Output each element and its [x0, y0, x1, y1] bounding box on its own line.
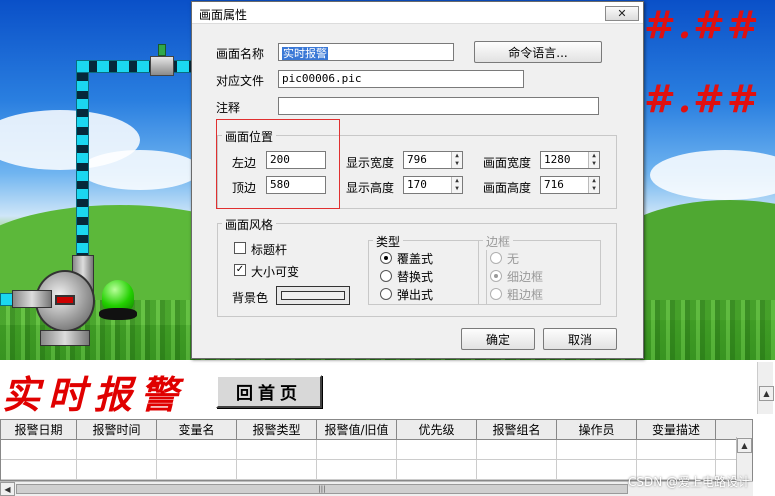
left-label: 左边: [232, 156, 257, 170]
column-header[interactable]: 报警值/旧值: [317, 420, 397, 439]
border-option-label: 粗边框: [507, 288, 544, 302]
pipe-vertical: [76, 62, 89, 272]
top-input[interactable]: 580: [266, 176, 326, 194]
valve-handle-icon: [158, 44, 166, 56]
titlebar-checkbox[interactable]: [234, 242, 246, 254]
cloud: [650, 150, 775, 200]
pump-inlet: [12, 290, 52, 308]
table-scroll-up-icon[interactable]: ▲: [737, 438, 752, 453]
column-header[interactable]: 报警组名: [477, 420, 557, 439]
home-button[interactable]: 回首页: [216, 375, 322, 408]
pump-base: [40, 330, 90, 346]
color-swatch: [281, 291, 345, 300]
border-radio-thick[interactable]: [490, 288, 502, 300]
resizable-checkbox[interactable]: ✓: [234, 264, 246, 276]
alarm-title: 实时报警: [2, 372, 187, 417]
value-placeholder-1: #.##: [644, 2, 761, 47]
file-input[interactable]: pic00006.pic: [278, 70, 524, 88]
resizable-label: 大小可变: [251, 265, 300, 279]
left-input[interactable]: 200: [266, 151, 326, 169]
bgcolor-button[interactable]: [276, 286, 350, 305]
type-option-label: 覆盖式: [397, 252, 434, 266]
value-placeholder-2: #.##: [644, 76, 761, 121]
titlebar-label: 标题杆: [251, 243, 288, 257]
scroll-up-icon[interactable]: ▲: [759, 386, 774, 401]
column-header[interactable]: 变量描述: [637, 420, 716, 439]
column-header[interactable]: 报警类型: [237, 420, 317, 439]
border-option-label: 细边框: [507, 270, 544, 284]
column-header[interactable]: 报警时间: [77, 420, 157, 439]
name-label: 画面名称: [216, 47, 265, 61]
type-option-label: 替换式: [397, 270, 434, 284]
screen-properties-dialog: 画面属性 ✕ 画面名称 实时报警 命令语言... 对应文件 pic00006.p…: [191, 1, 644, 359]
stepper-arrows-icon[interactable]: ▲ ▼: [588, 152, 599, 168]
screen-height-label: 画面高度: [483, 181, 532, 195]
ok-button[interactable]: 确定: [461, 328, 535, 350]
type-option-label: 弹出式: [397, 288, 434, 302]
screen-height-stepper[interactable]: 716 ▲ ▼: [540, 176, 600, 194]
close-icon: ✕: [617, 7, 627, 20]
border-radio-thin[interactable]: [490, 270, 502, 282]
type-radio-popup[interactable]: [380, 288, 392, 300]
position-group-title: 画面位置: [222, 128, 277, 145]
scroll-left-icon[interactable]: ◀: [0, 482, 15, 496]
stepper-arrows-icon[interactable]: ▲ ▼: [588, 177, 599, 193]
cloud: [80, 150, 200, 190]
column-header[interactable]: 优先级: [397, 420, 477, 439]
alarm-table: 报警日期 报警时间 变量名 报警类型 报警值/旧值 优先级 报警组名 操作员 变…: [0, 419, 753, 481]
screen-width-stepper[interactable]: 1280 ▲ ▼: [540, 151, 600, 169]
type-radio-replace[interactable]: [380, 270, 392, 282]
dialog-titlebar[interactable]: 画面属性 ✕: [192, 2, 643, 24]
watermark: CSDN @爱上电路设计: [628, 475, 751, 489]
stepper-arrows-icon[interactable]: ▲ ▼: [451, 177, 462, 193]
note-input[interactable]: [278, 97, 599, 115]
note-label: 注释: [216, 101, 241, 115]
border-group-title: 边框: [483, 233, 514, 250]
command-language-button[interactable]: 命令语言...: [474, 41, 602, 63]
pump-indicator: [55, 295, 75, 305]
table-header: 报警日期 报警时间 变量名 报警类型 报警值/旧值 优先级 报警组名 操作员 变…: [1, 420, 752, 440]
horizontal-scroll-thumb[interactable]: |||: [16, 484, 628, 494]
display-width-label: 显示宽度: [346, 156, 395, 170]
column-header[interactable]: 报警日期: [1, 420, 77, 439]
close-button[interactable]: ✕: [605, 6, 639, 21]
stepper-arrows-icon[interactable]: ▲ ▼: [451, 152, 462, 168]
file-label: 对应文件: [216, 74, 265, 88]
display-width-stepper[interactable]: 796 ▲ ▼: [403, 151, 463, 169]
style-group-title: 画面风格: [222, 216, 277, 233]
valve-icon: [150, 56, 174, 76]
border-radio-none[interactable]: [490, 252, 502, 264]
column-header[interactable]: 操作员: [557, 420, 637, 439]
name-input[interactable]: 实时报警: [278, 43, 454, 61]
display-height-stepper[interactable]: 170 ▲ ▼: [403, 176, 463, 194]
display-height-label: 显示高度: [346, 181, 395, 195]
dialog-title: 画面属性: [199, 8, 248, 22]
border-option-label: 无: [507, 252, 520, 266]
lamp-base: [99, 308, 137, 320]
cancel-button[interactable]: 取消: [543, 328, 617, 350]
column-header[interactable]: 变量名: [157, 420, 237, 439]
bgcolor-label: 背景色: [232, 291, 269, 305]
table-row: [1, 440, 752, 460]
type-group-title: 类型: [373, 233, 404, 250]
top-label: 顶边: [232, 181, 257, 195]
screen-width-label: 画面宽度: [483, 156, 532, 170]
vertical-scrollbar[interactable]: ▲: [757, 362, 774, 414]
pipe-horizontal-top: [76, 60, 196, 73]
type-radio-overlay[interactable]: [380, 252, 392, 264]
